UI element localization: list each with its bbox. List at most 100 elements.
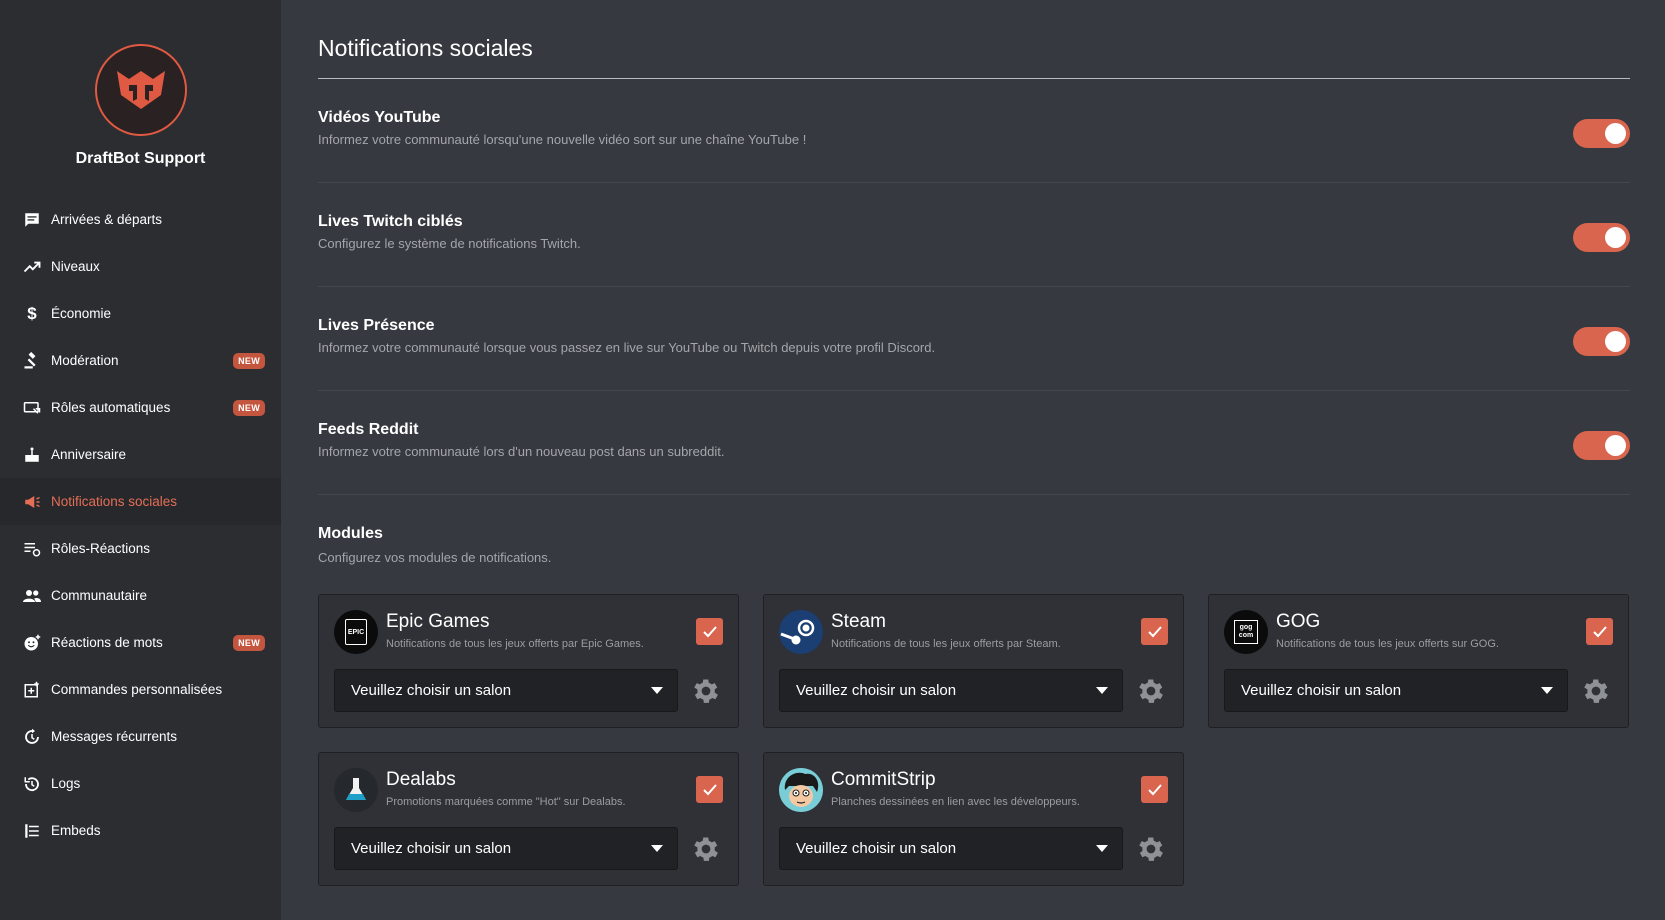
server-logo[interactable] — [94, 44, 187, 136]
module-name: Epic Games — [386, 611, 490, 632]
sidebar-item-niveaux[interactable]: Niveaux — [0, 243, 281, 290]
select-value: Veuillez choisir un salon — [796, 840, 957, 857]
sidebar-item-roles-automatiques[interactable]: Rôles automatiques NEW — [0, 384, 281, 431]
gear-icon[interactable] — [690, 833, 722, 865]
sidebar-item-label: Commandes personnalisées — [51, 682, 223, 697]
sidebar-item-label: Anniversaire — [51, 447, 127, 462]
sidebar-item-label: Notifications sociales — [51, 494, 178, 509]
module-name: Dealabs — [386, 769, 456, 790]
feature-description: Informez votre communauté lors d'un nouv… — [318, 444, 725, 459]
sidebar-item-label: Communautaire — [51, 588, 148, 603]
new-badge: NEW — [233, 634, 265, 651]
check-icon — [1147, 783, 1162, 795]
steam-logo-icon — [779, 610, 823, 654]
reddit-toggle[interactable] — [1573, 431, 1630, 460]
module-card-gog: gog com GOG Notifications de tous les je… — [1208, 594, 1629, 728]
toggle-knob — [1605, 331, 1626, 352]
sidebar-item-economie[interactable]: $ Économie — [0, 290, 281, 337]
chevron-down-icon — [1541, 687, 1553, 694]
sidebar-item-logs[interactable]: Logs — [0, 760, 281, 807]
sidebar-item-notifications-sociales[interactable]: Notifications sociales — [0, 478, 281, 525]
toggle-knob — [1605, 435, 1626, 456]
sidebar-item-moderation[interactable]: Modération NEW — [0, 337, 281, 384]
sidebar-item-embeds[interactable]: Embeds — [0, 807, 281, 854]
channel-select[interactable]: Veuillez choisir un salon — [779, 669, 1123, 712]
twitch-toggle[interactable] — [1573, 223, 1630, 252]
gavel-icon — [22, 351, 42, 371]
modules-header: Modules Configurez vos modules de notifi… — [318, 525, 1630, 565]
module-description: Promotions marquées comme "Hot" sur Deal… — [386, 796, 626, 808]
embed-icon — [22, 821, 42, 841]
check-icon — [702, 783, 717, 795]
sidebar-nav: Arrivées & départs Niveaux $ Économie Mo… — [0, 196, 281, 854]
channel-select[interactable]: Veuillez choisir un salon — [1224, 669, 1568, 712]
new-badge: NEW — [233, 352, 265, 369]
channel-select[interactable]: Veuillez choisir un salon — [334, 669, 678, 712]
history-icon — [22, 774, 42, 794]
chevron-down-icon — [1096, 845, 1108, 852]
trending-up-icon — [22, 257, 42, 277]
gear-icon[interactable] — [1135, 833, 1167, 865]
sidebar-item-anniversaire[interactable]: Anniversaire — [0, 431, 281, 478]
main-content: Notifications sociales Vidéos YouTube In… — [281, 0, 1665, 920]
youtube-toggle[interactable] — [1573, 119, 1630, 148]
role-card-icon — [22, 398, 42, 418]
feature-title: Lives Présence — [318, 317, 435, 334]
module-name: Steam — [831, 611, 886, 632]
modules-description: Configurez vos modules de notifications. — [318, 550, 552, 565]
module-description: Planches dessinées en lien avec les déve… — [831, 796, 1080, 808]
list-reaction-icon — [22, 539, 42, 559]
steam-checkbox[interactable] — [1141, 618, 1168, 645]
select-value: Veuillez choisir un salon — [796, 682, 957, 699]
toggle-knob — [1605, 227, 1626, 248]
server-name: DraftBot Support — [75, 150, 206, 167]
dealabs-checkbox[interactable] — [696, 776, 723, 803]
feature-title: Vidéos YouTube — [318, 109, 441, 126]
gog-logo-icon: gog com — [1224, 610, 1268, 654]
channel-select[interactable]: Veuillez choisir un salon — [779, 827, 1123, 870]
gear-icon[interactable] — [1580, 675, 1612, 707]
feature-presence: Lives Présence Informez votre communauté… — [318, 287, 1630, 391]
people-icon — [22, 586, 42, 606]
dollar-icon: $ — [27, 303, 37, 323]
sidebar-item-arrivees-departs[interactable]: Arrivées & départs — [0, 196, 281, 243]
module-card-commitstrip: CommitStrip Planches dessinées en lien a… — [763, 752, 1184, 886]
recurring-icon — [22, 727, 42, 747]
sidebar-item-label: Réactions de mots — [51, 635, 163, 650]
module-description: Notifications de tous les jeux offerts p… — [831, 638, 1061, 650]
module-card-steam: Steam Notifications de tous les jeux off… — [763, 594, 1184, 728]
module-card-epic-games: EPIC Epic Games Notifications de tous le… — [318, 594, 739, 728]
page-title: Notifications sociales — [318, 35, 533, 61]
chevron-down-icon — [651, 845, 663, 852]
sidebar-item-messages-recurrents[interactable]: Messages récurrents — [0, 713, 281, 760]
check-icon — [702, 625, 717, 637]
module-name: GOG — [1276, 611, 1321, 632]
modules-grid: EPIC Epic Games Notifications de tous le… — [318, 594, 1630, 886]
epic-games-logo-icon: EPIC — [334, 610, 378, 654]
sidebar-item-roles-reactions[interactable]: Rôles-Réactions — [0, 525, 281, 572]
gog-checkbox[interactable] — [1586, 618, 1613, 645]
feature-description: Informez votre communauté lorsque vous p… — [318, 340, 936, 355]
feature-description: Configurez le système de notifications T… — [318, 236, 581, 251]
gear-icon[interactable] — [1135, 675, 1167, 707]
channel-select[interactable]: Veuillez choisir un salon — [334, 827, 678, 870]
emoji-add-icon — [22, 633, 42, 653]
epic-games-checkbox[interactable] — [696, 618, 723, 645]
cake-icon — [22, 445, 42, 465]
feature-title: Lives Twitch ciblés — [318, 213, 463, 230]
toggle-knob — [1605, 123, 1626, 144]
server-brand: DraftBot Support — [0, 0, 281, 168]
new-badge: NEW — [233, 399, 265, 416]
select-value: Veuillez choisir un salon — [1241, 682, 1402, 699]
chevron-down-icon — [651, 687, 663, 694]
feature-youtube: Vidéos YouTube Informez votre communauté… — [318, 79, 1630, 183]
megaphone-icon — [22, 492, 42, 512]
sidebar-item-commandes-personnalisees[interactable]: Commandes personnalisées — [0, 666, 281, 713]
select-value: Veuillez choisir un salon — [351, 682, 512, 699]
sidebar-item-reactions-de-mots[interactable]: Réactions de mots NEW — [0, 619, 281, 666]
commitstrip-checkbox[interactable] — [1141, 776, 1168, 803]
gear-icon[interactable] — [690, 675, 722, 707]
presence-toggle[interactable] — [1573, 327, 1630, 356]
chevron-down-icon — [1096, 687, 1108, 694]
sidebar-item-communautaire[interactable]: Communautaire — [0, 572, 281, 619]
